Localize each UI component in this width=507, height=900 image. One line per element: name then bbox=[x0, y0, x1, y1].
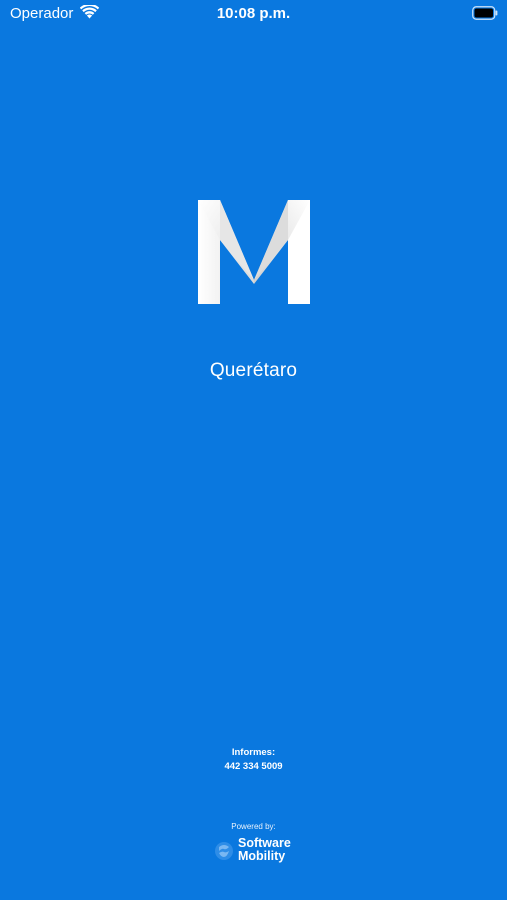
city-label: Querétaro bbox=[209, 360, 298, 381]
status-bar: Operador 10:08 p.m. bbox=[0, 0, 507, 28]
powered-by-label: Powered by: bbox=[231, 822, 276, 831]
battery-icon bbox=[472, 6, 498, 20]
m-logo-icon bbox=[198, 200, 310, 304]
info-phone[interactable]: 442 334 5009 bbox=[0, 761, 507, 772]
brand-line-2: Mobility bbox=[238, 849, 286, 863]
status-time: 10:08 p.m. bbox=[216, 5, 291, 22]
software-mobility-mark-icon bbox=[215, 842, 233, 860]
software-mobility-logo: Software Mobility bbox=[213, 836, 313, 864]
info-label: Informes: bbox=[231, 747, 276, 758]
